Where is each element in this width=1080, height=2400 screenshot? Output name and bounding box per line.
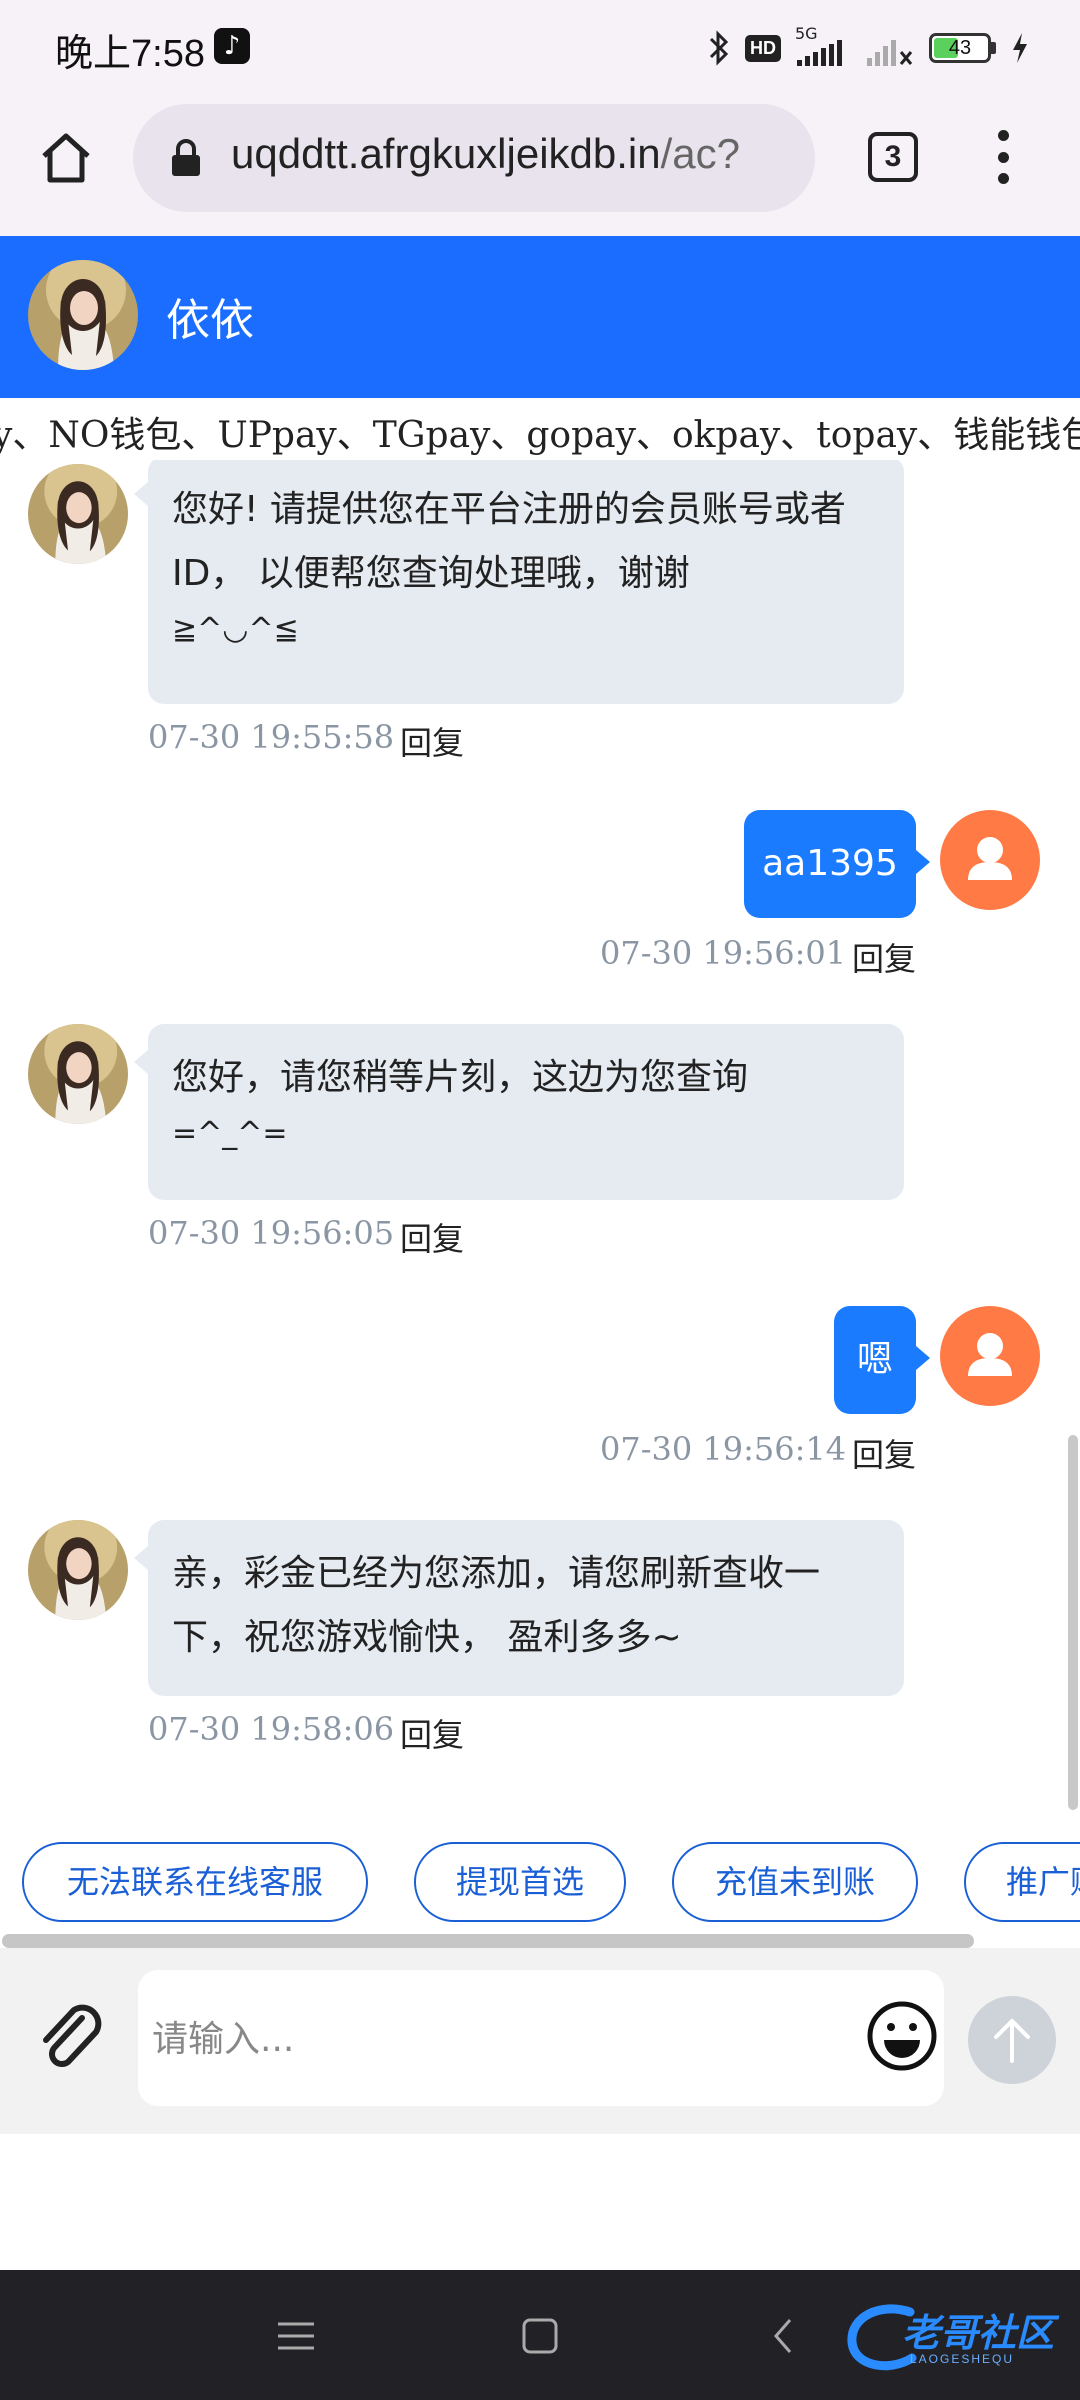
agent-message-bubble[interactable]: 您好，请您稍等片刻，这边为您查询 =^_^=: [134, 1024, 904, 1200]
battery-indicator: 43: [929, 33, 996, 63]
home-icon: [42, 133, 90, 183]
quick-reply-button[interactable]: 无法联系在线客服: [22, 1842, 368, 1922]
message-emoticon: ≧^◡^≦: [172, 612, 299, 647]
watermark-subtext: LAOGESHEQU: [910, 2352, 1015, 2366]
marquee-text: y、NO钱包、UPpay、TGpay、gopay、okpay、topay、钱能钱…: [0, 415, 1080, 456]
tiktok-notification-icon: ♪: [214, 28, 250, 64]
bluetooth-icon: [709, 30, 729, 66]
user-avatar: [940, 810, 1040, 910]
user-message-bubble[interactable]: 嗯: [834, 1306, 930, 1414]
message-input[interactable]: 请输入...: [138, 1970, 944, 2106]
chat-scrollbar[interactable]: [1068, 1435, 1078, 1810]
quick-reply-button[interactable]: 推广赚: [964, 1842, 1080, 1922]
browser-menu-button[interactable]: [978, 126, 1028, 188]
reply-link[interactable]: 回复: [400, 718, 464, 764]
input-placeholder: 请输入...: [152, 2019, 295, 2060]
browser-toolbar: uqddtt.afrgkuxljeikdb.in/ac? 3: [0, 96, 1080, 236]
message-timestamp: 07-30 19:56:01: [600, 934, 847, 972]
message-input-bar: 请输入...: [0, 1948, 1080, 2134]
status-icons: HD 5G 43: [707, 24, 1030, 72]
signal-no-service-icon: [867, 40, 913, 66]
chat-title: 依依: [166, 295, 254, 346]
arrow-up-icon: [994, 2019, 1030, 2063]
agent-avatar: [28, 1024, 128, 1124]
recent-apps-button[interactable]: [272, 2312, 320, 2360]
chat-header: 依依: [0, 236, 1080, 398]
url-domain: uqddtt.afrgkuxljeikdb.in: [231, 130, 661, 177]
home-button[interactable]: [30, 122, 102, 194]
quick-reply-button[interactable]: 充值未到账: [672, 1842, 918, 1922]
url-path: /ac?: [660, 130, 740, 177]
message-emoticon: =^_^=: [172, 1116, 288, 1151]
agent-message-bubble[interactable]: 亲，彩金已经为您添加，请您刷新查收一下，祝您游戏愉快， 盈利多多~: [134, 1520, 904, 1696]
more-dot: [997, 173, 1009, 184]
watermark-logo: 老哥社区 LAOGESHEQU: [840, 2292, 1070, 2382]
emoji-button[interactable]: [864, 1998, 940, 2074]
message-timestamp: 07-30 19:55:58: [148, 718, 395, 756]
send-button[interactable]: [968, 1996, 1056, 2084]
signal-5g-icon: 5G: [795, 24, 851, 68]
quick-reply-bar[interactable]: 无法联系在线客服 提现首选 充值未到账 推广赚: [0, 1812, 1080, 1948]
notice-marquee: y、NO钱包、UPpay、TGpay、gopay、okpay、topay、钱能钱…: [0, 398, 1080, 460]
user-avatar: [940, 1306, 1040, 1406]
agent-avatar: [28, 1520, 128, 1620]
user-message-bubble[interactable]: aa1395: [744, 810, 930, 918]
message-text: aa1395: [762, 843, 898, 884]
quick-reply-button[interactable]: 提现首选: [414, 1842, 626, 1922]
status-bar: 晚上7:58 ♪ HD 5G 43: [0, 0, 1080, 96]
message-timestamp: 07-30 19:58:06: [148, 1710, 395, 1748]
reply-link[interactable]: 回复: [852, 934, 916, 980]
person-icon: [968, 837, 1012, 880]
person-icon: [968, 1333, 1012, 1376]
message-text: 亲，彩金已经为您添加，请您刷新查收一下，祝您游戏愉快， 盈利多多~: [172, 1553, 821, 1658]
charging-icon: [1013, 33, 1027, 63]
watermark-text: 老哥社区: [902, 2311, 1055, 2355]
status-time: 晚上7:58: [55, 33, 205, 75]
quick-reply-scrollbar[interactable]: [2, 1934, 974, 1948]
attach-button[interactable]: [30, 1998, 110, 2078]
message-text: 嗯: [856, 1339, 893, 1380]
reply-link[interactable]: 回复: [400, 1710, 464, 1756]
agent-message-bubble[interactable]: 您好! 请提供您在平台注册的会员账号或者 ID， 以便帮您查询处理哦，谢谢 ≧^…: [134, 460, 904, 704]
hd-voice-icon: HD: [745, 34, 781, 62]
lock-icon: [172, 139, 200, 176]
tab-switcher-button[interactable]: 3: [868, 132, 918, 182]
reply-link[interactable]: 回复: [400, 1214, 464, 1260]
address-bar[interactable]: uqddtt.afrgkuxljeikdb.in/ac?: [133, 104, 815, 212]
system-nav-bar: 老哥社区 LAOGESHEQU: [0, 2270, 1080, 2400]
url-text: uqddtt.afrgkuxljeikdb.in/ac?: [231, 130, 791, 178]
agent-avatar: [28, 464, 128, 564]
message-text: 您好，请您稍等片刻，这边为您查询: [172, 1057, 749, 1098]
message-timestamp: 07-30 19:56:14: [600, 1430, 847, 1468]
smiley-icon: [867, 2001, 937, 2071]
paperclip-icon: [43, 2004, 102, 2067]
chat-message-list[interactable]: 您好! 请提供您在平台注册的会员账号或者 ID， 以便帮您查询处理哦，谢谢 ≧^…: [0, 460, 1080, 1812]
message-text: 您好! 请提供您在平台注册的会员账号或者 ID， 以便帮您查询处理哦，谢谢: [172, 489, 846, 594]
battery-percent: 43: [948, 37, 972, 59]
agent-avatar: [28, 260, 138, 370]
message-timestamp: 07-30 19:56:05: [148, 1214, 395, 1252]
home-nav-button[interactable]: [516, 2312, 564, 2360]
back-nav-button[interactable]: [760, 2312, 808, 2360]
reply-link[interactable]: 回复: [852, 1430, 916, 1476]
more-dot: [997, 151, 1009, 163]
more-dot: [997, 130, 1009, 141]
